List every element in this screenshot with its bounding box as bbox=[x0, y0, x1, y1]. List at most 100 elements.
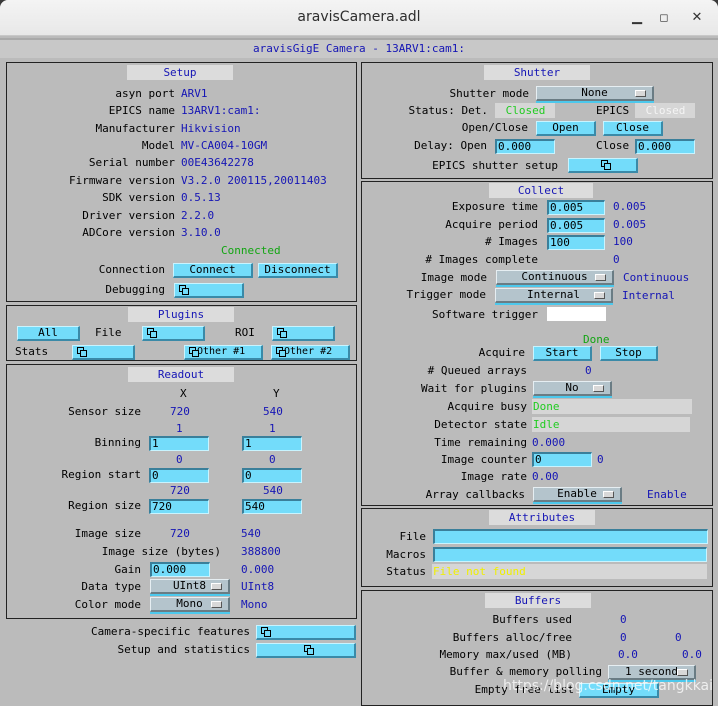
image-size-x: 720 bbox=[170, 527, 190, 540]
image-counter-label: Image counter bbox=[440, 453, 527, 466]
firmware-version-value: V3.2.0 200115,20011403 bbox=[181, 174, 327, 187]
setup-and-statistics-related-display[interactable] bbox=[256, 643, 356, 658]
buffer-polling-menu[interactable]: 1 second bbox=[608, 665, 696, 680]
manufacturer-label: Manufacturer bbox=[95, 122, 175, 135]
minimize-icon[interactable]: ▁ bbox=[627, 8, 647, 28]
shutter-mode-label: Shutter mode bbox=[449, 87, 529, 100]
image-counter-input[interactable]: 0 bbox=[532, 452, 592, 467]
delay-open-input[interactable]: 0.000 bbox=[495, 139, 555, 154]
setup-and-statistics-label: Setup and statistics bbox=[117, 643, 250, 656]
binning-x-input[interactable]: 1 bbox=[149, 436, 209, 451]
image-mode-selected: Continuous bbox=[521, 270, 588, 283]
debugging-related-display[interactable] bbox=[174, 283, 244, 298]
title-bar[interactable]: aravisCamera.adl ▁ ◻ ✕ bbox=[0, 0, 718, 36]
trigger-mode-menu[interactable]: Internal bbox=[495, 288, 613, 303]
attributes-title: Attributes bbox=[489, 510, 595, 525]
stats-related-display[interactable] bbox=[72, 345, 135, 360]
acquire-period-input[interactable]: 0.005 bbox=[547, 218, 605, 233]
region-size-x-input[interactable]: 720 bbox=[149, 499, 209, 514]
disconnect-button[interactable]: Disconnect bbox=[258, 263, 338, 278]
open-close-label: Open/Close bbox=[461, 121, 528, 134]
roi-label: ROI bbox=[235, 326, 255, 339]
related-display-icon bbox=[277, 328, 287, 338]
buffers-used-label: Buffers used bbox=[492, 613, 572, 626]
acquire-busy-value: Done bbox=[532, 399, 692, 414]
buffers-alloc-value: 0 bbox=[620, 631, 627, 644]
menu-indicator-icon bbox=[593, 385, 604, 392]
images-complete-label: # Images complete bbox=[425, 253, 538, 266]
region-size-x-readback: 720 bbox=[170, 484, 190, 497]
empty-free-list-button[interactable]: Empty bbox=[579, 683, 659, 698]
image-size-y: 540 bbox=[241, 527, 261, 540]
exposure-time-input[interactable]: 0.005 bbox=[547, 200, 605, 215]
data-type-menu[interactable]: UInt8 bbox=[150, 579, 230, 594]
attributes-macros-label: Macros bbox=[386, 548, 426, 561]
all-plugins-label: All bbox=[38, 326, 58, 339]
region-start-x-readback: 0 bbox=[176, 453, 183, 466]
data-type-label: Data type bbox=[81, 580, 141, 593]
start-button[interactable]: Start bbox=[533, 346, 592, 361]
region-size-y-readback: 540 bbox=[263, 484, 283, 497]
menu-indicator-icon bbox=[211, 583, 222, 590]
image-size-bytes-label: Image size (bytes) bbox=[101, 545, 221, 558]
menu-indicator-icon bbox=[595, 274, 606, 281]
shutter-open-button[interactable]: Open bbox=[536, 121, 596, 136]
image-mode-menu[interactable]: Continuous bbox=[496, 270, 614, 285]
stop-button[interactable]: Stop bbox=[600, 346, 658, 361]
shutter-det-status: Closed bbox=[495, 103, 555, 118]
region-start-y-input[interactable]: 0 bbox=[242, 468, 302, 483]
image-mode-label: Image mode bbox=[420, 271, 487, 284]
gain-label: Gain bbox=[114, 563, 142, 576]
array-callbacks-label: Array callbacks bbox=[425, 488, 525, 501]
trigger-mode-label: Trigger mode bbox=[406, 288, 486, 301]
related-display-icon bbox=[189, 347, 199, 357]
plugins-title: Plugins bbox=[128, 307, 234, 322]
array-callbacks-menu[interactable]: Enable bbox=[533, 487, 622, 502]
epics-shutter-setup-related-display[interactable] bbox=[568, 158, 638, 173]
other2-label: Other #2 bbox=[284, 346, 333, 357]
camera-specific-features-related-display[interactable] bbox=[256, 625, 356, 640]
trigger-mode-selected: Internal bbox=[527, 288, 580, 301]
asyn-port-value: ARV1 bbox=[181, 87, 208, 100]
num-images-value: 100 bbox=[613, 235, 633, 248]
attributes-macros-input[interactable] bbox=[433, 547, 707, 562]
stats-label: Stats bbox=[15, 345, 49, 358]
readout-panel: Readout X Y Sensor size 720 540 1 1 Binn… bbox=[6, 364, 357, 619]
menu-indicator-icon bbox=[594, 292, 605, 299]
image-rate-label: Image rate bbox=[460, 470, 527, 483]
memory-max-used-label: Memory max/used (MB) bbox=[439, 648, 572, 661]
color-mode-selected: Mono bbox=[176, 597, 203, 610]
roi-related-display[interactable] bbox=[272, 326, 335, 341]
other2-related-display[interactable]: Other #2 bbox=[271, 345, 350, 360]
shutter-epics-label: EPICS bbox=[596, 104, 630, 117]
region-size-y-input[interactable]: 540 bbox=[242, 499, 302, 514]
delay-close-input[interactable]: 0.000 bbox=[635, 139, 695, 154]
all-plugins-button[interactable]: All bbox=[17, 326, 80, 341]
setup-title: Setup bbox=[127, 65, 233, 80]
queued-arrays-value: 0 bbox=[585, 364, 592, 377]
queued-arrays-label: # Queued arrays bbox=[427, 364, 527, 377]
num-images-input[interactable]: 100 bbox=[547, 235, 605, 250]
window-title: aravisCamera.adl bbox=[297, 9, 421, 25]
menu-indicator-icon bbox=[677, 669, 688, 676]
binning-label: Binning bbox=[94, 436, 141, 449]
shutter-close-button[interactable]: Close bbox=[603, 121, 663, 136]
region-start-x-input[interactable]: 0 bbox=[149, 468, 209, 483]
software-trigger-button[interactable] bbox=[547, 307, 606, 321]
attributes-file-input[interactable] bbox=[433, 529, 708, 544]
connect-button[interactable]: Connect bbox=[173, 263, 253, 278]
epics-shutter-setup-label: EPICS shutter setup bbox=[432, 159, 558, 172]
file-plugins-related-display[interactable] bbox=[142, 326, 205, 341]
shutter-mode-menu[interactable]: None bbox=[536, 86, 654, 101]
maximize-icon[interactable]: ◻ bbox=[654, 8, 674, 28]
color-mode-menu[interactable]: Mono bbox=[150, 597, 230, 612]
firmware-version-label: Firmware version bbox=[69, 174, 175, 187]
close-icon[interactable]: ✕ bbox=[687, 8, 707, 28]
serial-number-label: Serial number bbox=[88, 156, 175, 169]
wait-for-plugins-menu[interactable]: No bbox=[533, 381, 612, 396]
shutter-panel: Shutter Shutter mode None Status: Det. C… bbox=[361, 62, 713, 179]
binning-y-input[interactable]: 1 bbox=[242, 436, 302, 451]
related-display-icon bbox=[179, 285, 189, 295]
other1-related-display[interactable]: Other #1 bbox=[184, 345, 263, 360]
gain-input[interactable]: 0.000 bbox=[150, 562, 210, 577]
